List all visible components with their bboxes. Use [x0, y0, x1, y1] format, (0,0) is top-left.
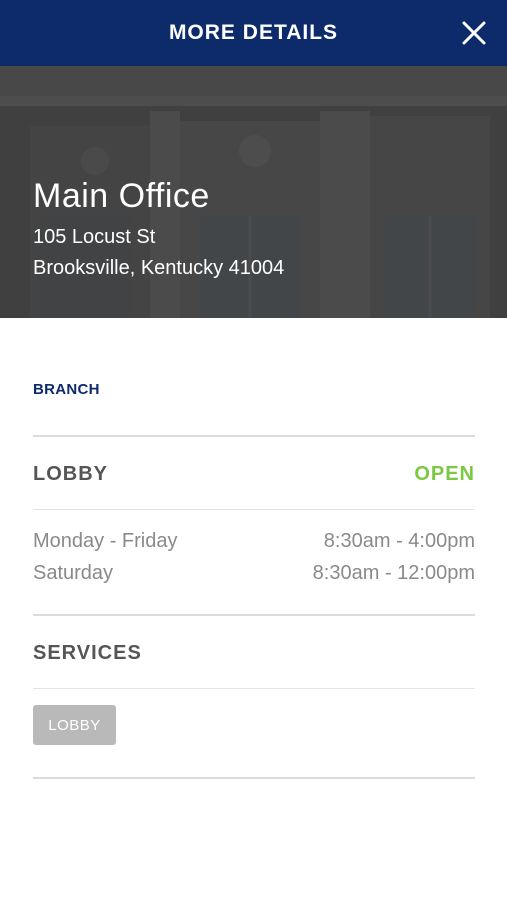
- location-type-label: BRANCH: [33, 381, 100, 398]
- divider: [33, 688, 475, 689]
- location-hero-image: Main Office 105 Locust St Brooksville, K…: [0, 66, 507, 318]
- services-section-header: SERVICES: [33, 642, 475, 665]
- lobby-section-header: LOBBY OPEN: [33, 463, 475, 486]
- lobby-status-badge: OPEN: [414, 463, 475, 485]
- close-button[interactable]: [455, 14, 493, 52]
- divider: [33, 509, 475, 510]
- hours-days: Saturday: [33, 562, 114, 584]
- header-bar: MORE DETAILS: [0, 0, 507, 66]
- hours-time: 8:30am - 4:00pm: [323, 530, 475, 552]
- lobby-title: LOBBY: [33, 463, 108, 485]
- address-line-1: 105 Locust St: [33, 226, 156, 248]
- hours-time: 8:30am - 12:00pm: [312, 562, 475, 584]
- services-title: SERVICES: [33, 642, 142, 664]
- location-name: Main Office: [33, 177, 210, 215]
- divider: [33, 614, 475, 616]
- hours-row: Monday - Friday 8:30am - 4:00pm: [33, 530, 475, 553]
- address-line-2: Brooksville, Kentucky 41004: [33, 257, 285, 279]
- hours-days: Monday - Friday: [33, 530, 178, 552]
- service-tag-lobby: LOBBY: [33, 705, 116, 745]
- divider: [33, 777, 475, 779]
- hours-row: Saturday 8:30am - 12:00pm: [33, 562, 475, 585]
- header-title: MORE DETAILS: [168, 21, 339, 44]
- close-icon: [462, 21, 486, 45]
- divider: [33, 435, 475, 437]
